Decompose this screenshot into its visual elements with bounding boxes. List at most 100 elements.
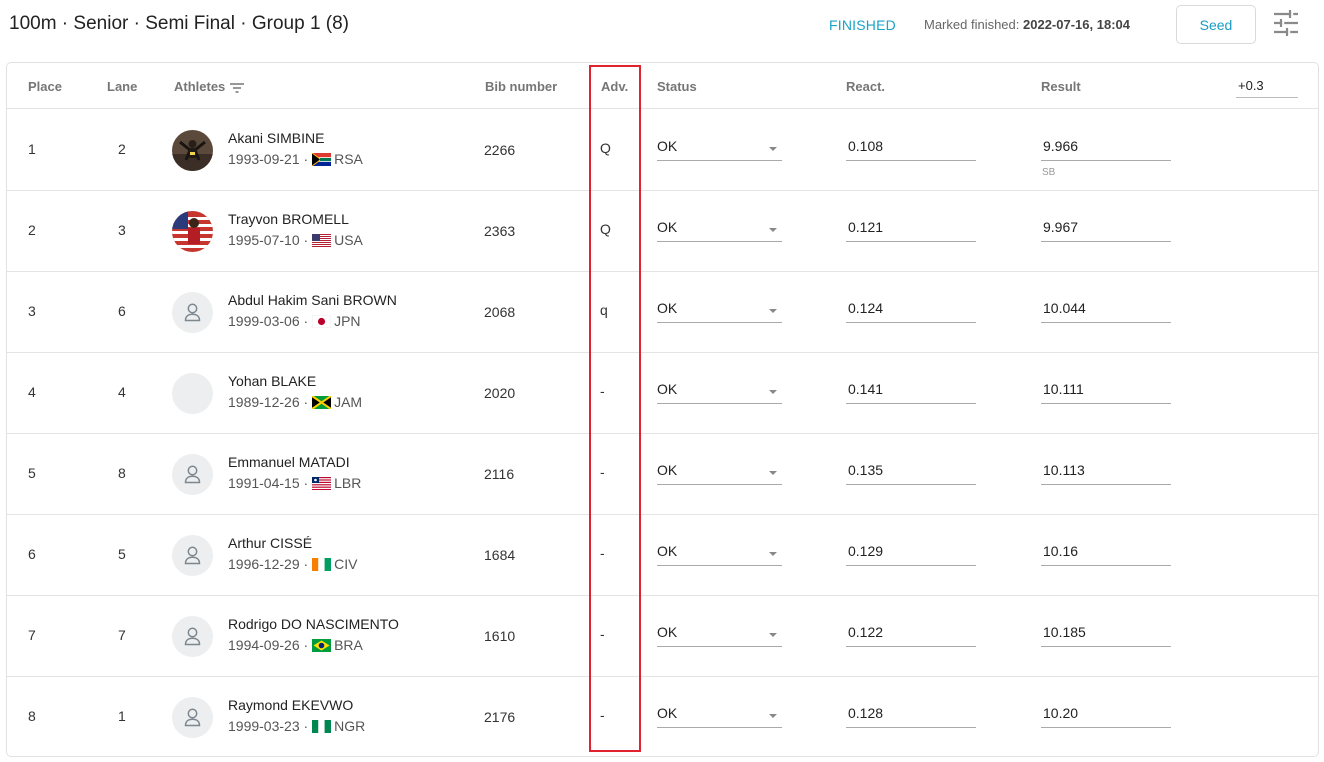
react-input[interactable]: 0.124 [846, 299, 976, 323]
col-react[interactable]: React. [846, 79, 885, 94]
athlete-name[interactable]: Emmanuel MATADI [228, 454, 350, 470]
flag-icon [311, 395, 332, 410]
adv-cell: - [600, 626, 605, 642]
bib-cell: 2176 [484, 709, 516, 725]
table-row: 3 6 Abdul Hakim Sani BROWN 1999-03-06 · … [7, 272, 1318, 353]
wind-input[interactable] [1236, 73, 1298, 98]
react-input[interactable]: 0.108 [846, 137, 976, 161]
chevron-down-icon [769, 309, 777, 313]
result-input[interactable]: 10.044 [1041, 299, 1171, 323]
status-badge: FINISHED [829, 17, 896, 33]
col-bib[interactable]: Bib number [485, 79, 557, 94]
result-input[interactable]: 10.16 [1041, 542, 1171, 566]
place-cell: 2 [28, 222, 36, 238]
status-select[interactable]: OK [657, 137, 782, 161]
bib-cell: 2068 [484, 304, 516, 320]
col-status[interactable]: Status [657, 79, 697, 94]
tune-icon[interactable] [1272, 10, 1300, 36]
bib-cell: 1684 [484, 547, 516, 563]
result-input[interactable]: 9.967 [1041, 218, 1171, 242]
results-table: Place Lane Athletes Bib number Adv. Stat… [6, 62, 1319, 757]
flag-icon [312, 234, 332, 247]
col-result[interactable]: Result [1041, 79, 1081, 94]
avatar [172, 454, 213, 495]
place-cell: 5 [28, 465, 36, 481]
athlete-name[interactable]: Rodrigo DO NASCIMENTO [228, 616, 399, 632]
athlete-name[interactable]: Akani SIMBINE [228, 130, 324, 146]
flag-icon [312, 477, 332, 490]
athlete-info: 1991-04-15 · LBR [228, 475, 362, 491]
adv-cell: - [600, 383, 605, 399]
react-input[interactable]: 0.128 [846, 704, 976, 728]
react-input[interactable]: 0.122 [846, 623, 976, 647]
adv-cell: - [600, 545, 605, 561]
status-select[interactable]: OK [657, 542, 782, 566]
lane-cell: 7 [118, 627, 126, 643]
adv-cell: Q [600, 221, 611, 237]
react-input[interactable]: 0.129 [846, 542, 976, 566]
react-value: 0.122 [848, 624, 884, 640]
col-athletes[interactable]: Athletes [174, 79, 245, 94]
result-input[interactable]: 10.113 [1041, 461, 1171, 485]
result-value: 9.967 [1043, 219, 1079, 235]
status-select[interactable]: OK [657, 380, 782, 404]
react-value: 0.121 [848, 219, 884, 235]
adv-cell: - [600, 464, 605, 480]
athlete-name[interactable]: Trayvon BROMELL [228, 211, 349, 227]
chevron-down-icon [769, 714, 777, 718]
place-cell: 6 [28, 546, 36, 562]
page-header: 100m · Senior · Semi Final · Group 1 (8)… [0, 0, 1324, 50]
page-title: 100m · Senior · Semi Final · Group 1 (8) [9, 13, 350, 34]
athlete-name[interactable]: Arthur CISSÉ [228, 535, 312, 551]
react-input[interactable]: 0.141 [846, 380, 976, 404]
athlete-name[interactable]: Raymond EKEVWO [228, 697, 353, 713]
result-input[interactable]: 9.966 [1041, 137, 1171, 161]
athlete-dob: 1989-12-26 [228, 394, 300, 410]
athlete-dob: 1996-12-29 [228, 556, 300, 572]
result-input[interactable]: 10.20 [1041, 704, 1171, 728]
chevron-down-icon [769, 228, 777, 232]
status-select[interactable]: OK [657, 299, 782, 323]
col-lane[interactable]: Lane [107, 79, 137, 94]
result-value: 10.113 [1043, 462, 1085, 478]
chevron-down-icon [769, 147, 777, 151]
athlete-dob: 1991-04-15 [228, 475, 300, 491]
filter-icon[interactable] [230, 82, 245, 93]
result-value: 10.20 [1043, 705, 1079, 721]
flag-icon [312, 720, 332, 733]
status-value: OK [657, 624, 678, 640]
athlete-name[interactable]: Abdul Hakim Sani BROWN [228, 292, 397, 308]
marked-finished-label: Marked finished: [924, 17, 1020, 32]
athlete-dob: 1994-09-26 [228, 637, 300, 653]
athlete-name[interactable]: Yohan BLAKE [228, 373, 316, 389]
table-row: 8 1 Raymond EKEVWO 1999-03-23 · NGR 2176… [7, 677, 1318, 756]
place-cell: 1 [28, 141, 36, 157]
athlete-country: USA [334, 232, 363, 248]
avatar [172, 292, 213, 333]
avatar [172, 373, 213, 414]
status-select[interactable]: OK [657, 704, 782, 728]
result-input[interactable]: 10.111 [1041, 380, 1171, 404]
bib-cell: 2363 [484, 223, 516, 239]
result-input[interactable]: 10.185 [1041, 623, 1171, 647]
athlete-dob: 1995-07-10 [228, 232, 300, 248]
status-select[interactable]: OK [657, 623, 782, 647]
athlete-country: NGR [334, 718, 366, 734]
react-input[interactable]: 0.135 [846, 461, 976, 485]
table-header: Place Lane Athletes Bib number Adv. Stat… [7, 63, 1318, 109]
react-input[interactable]: 0.121 [846, 218, 976, 242]
chevron-down-icon [769, 633, 777, 637]
athlete-dob: 1993-09-21 [228, 151, 300, 167]
col-adv[interactable]: Adv. [601, 79, 628, 94]
status-value: OK [657, 300, 678, 316]
bib-cell: 2020 [484, 385, 516, 401]
seed-button[interactable]: Seed [1176, 5, 1256, 44]
athlete-info: 1996-12-29 · CIV [228, 556, 358, 572]
lane-cell: 5 [118, 546, 126, 562]
col-place[interactable]: Place [28, 79, 62, 94]
athlete-info: 1999-03-06 · JPN [228, 313, 361, 329]
result-value: 10.16 [1043, 543, 1079, 559]
result-value: 10.185 [1043, 624, 1086, 640]
status-select[interactable]: OK [657, 218, 782, 242]
status-select[interactable]: OK [657, 461, 782, 485]
